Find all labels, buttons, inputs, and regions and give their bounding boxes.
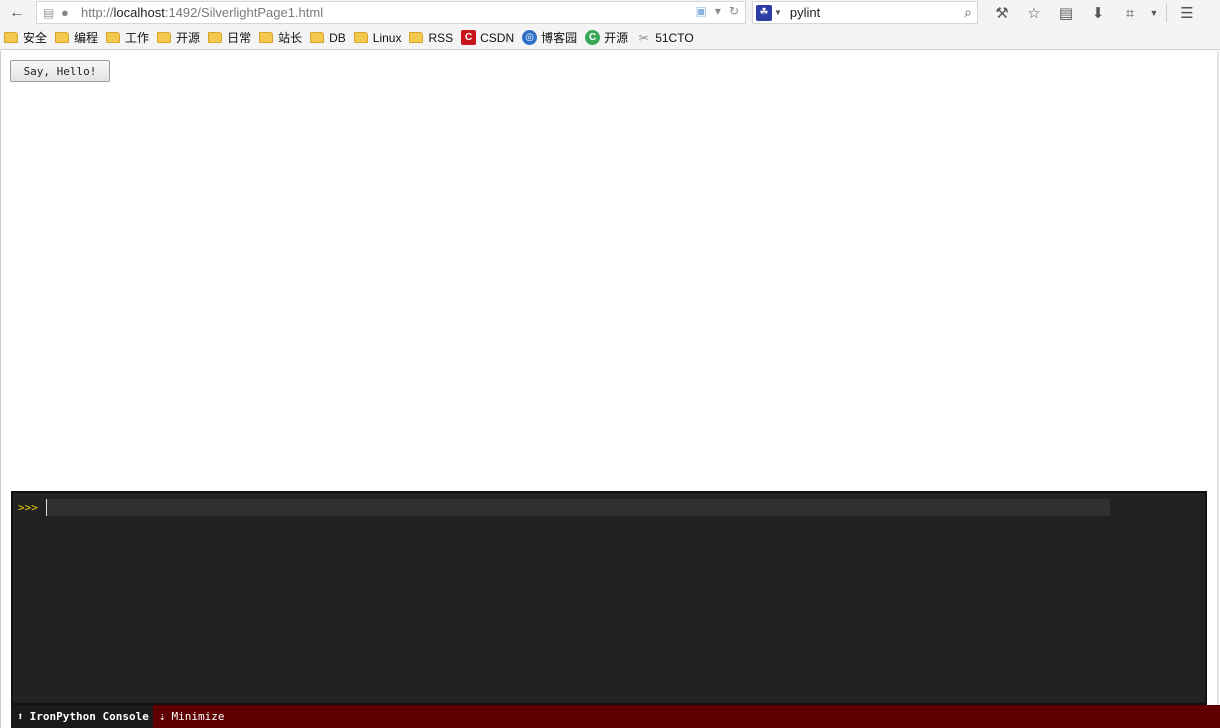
reload-icon[interactable]: ↻ [729, 4, 739, 18]
crop-icon[interactable]: ⌗ [1114, 0, 1146, 26]
cnblogs-icon: ◎ [522, 30, 538, 45]
csdn-icon: C [461, 30, 477, 45]
globe-icon: ● [61, 5, 69, 20]
bookmark-folder-zhanzhang[interactable]: 站长 [259, 29, 302, 46]
address-bar[interactable]: ▤ ● http://localhost:1492/SilverlightPag… [36, 1, 746, 24]
clipboard-icon[interactable]: ▤ [1050, 0, 1082, 26]
bookmark-kaiyuan-site[interactable]: C 开源 [585, 29, 628, 46]
baidu-icon[interactable]: ☘ [756, 4, 772, 21]
bookmark-csdn[interactable]: C CSDN [461, 30, 514, 45]
bookmark-folder-linux[interactable]: Linux [353, 31, 401, 45]
bookmark-folder-rss[interactable]: RSS [409, 31, 453, 45]
say-hello-button[interactable]: Say, Hello! [10, 60, 110, 82]
bookmark-51cto[interactable]: ✂ 51CTO [636, 30, 694, 45]
dropdown-icon[interactable]: ▾ [715, 4, 721, 18]
console-input[interactable] [45, 499, 1110, 516]
arrow-up-icon: ⬆ [17, 710, 24, 723]
folder-icon [55, 32, 70, 43]
link-icon: ✂ [638, 30, 649, 45]
search-input[interactable]: pylint [790, 5, 820, 20]
search-bar[interactable]: ☘ ▼ pylint ⌕ [752, 1, 978, 24]
back-arrow-icon[interactable]: ← [0, 0, 34, 26]
cube-icon[interactable]: ▣ [696, 4, 707, 18]
bookmark-folder-gongzuo[interactable]: 工作 [106, 29, 149, 46]
chevron-down-icon[interactable]: ▼ [774, 8, 782, 17]
url-text: http://localhost:1492/SilverlightPage1.h… [81, 5, 324, 20]
folder-icon [353, 32, 368, 43]
page-icon: ▤ [43, 5, 55, 20]
folder-icon [409, 32, 424, 43]
wrench-icon[interactable]: ⚒ [986, 0, 1018, 26]
bookmark-folder-richang[interactable]: 日常 [208, 29, 251, 46]
folder-icon [310, 32, 325, 43]
bookmark-cnblogs[interactable]: ◎ 博客园 [522, 29, 577, 46]
bookmark-folder-anquan[interactable]: 安全 [4, 29, 47, 46]
bookmark-folder-kaiyuan[interactable]: 开源 [157, 29, 200, 46]
console-prompt: >>> [18, 501, 38, 514]
folder-icon [208, 32, 223, 43]
minimize-button[interactable]: ⇣ Minimize [153, 705, 229, 728]
arrow-down-icon: ⇣ [158, 710, 166, 723]
bookmark-folder-biancheng[interactable]: 编程 [55, 29, 98, 46]
bookmark-folder-db[interactable]: DB [310, 31, 346, 45]
folder-icon [157, 32, 172, 43]
chevron-down-icon[interactable]: ▼ [1146, 0, 1162, 26]
ironpython-console: >>> [11, 491, 1207, 705]
scrollbar[interactable] [1217, 51, 1219, 728]
star-icon[interactable]: ☆ [1018, 0, 1050, 26]
tab-ironpython-console[interactable]: ⬆ IronPython Console [11, 705, 153, 728]
search-icon[interactable]: ⌕ [964, 4, 972, 21]
folder-icon [4, 32, 18, 43]
oschina-icon: C [585, 30, 601, 45]
menu-icon[interactable]: ☰ [1171, 0, 1203, 26]
console-footer: ⬆ IronPython Console ⇣ Minimize [11, 705, 1220, 728]
bookmarks-bar: 安全 编程 工作 开源 日常 站长 DB Linux RSS C CSDN ◎ 博客… [0, 26, 1220, 50]
console-prompt-line: >>> [18, 499, 1110, 516]
folder-icon [106, 32, 121, 43]
download-icon[interactable]: ⬇ [1082, 0, 1114, 26]
toolbar-separator [1166, 4, 1167, 22]
navigation-toolbar: ← ▤ ● http://localhost:1492/SilverlightP… [0, 0, 1220, 26]
folder-icon [259, 32, 274, 43]
